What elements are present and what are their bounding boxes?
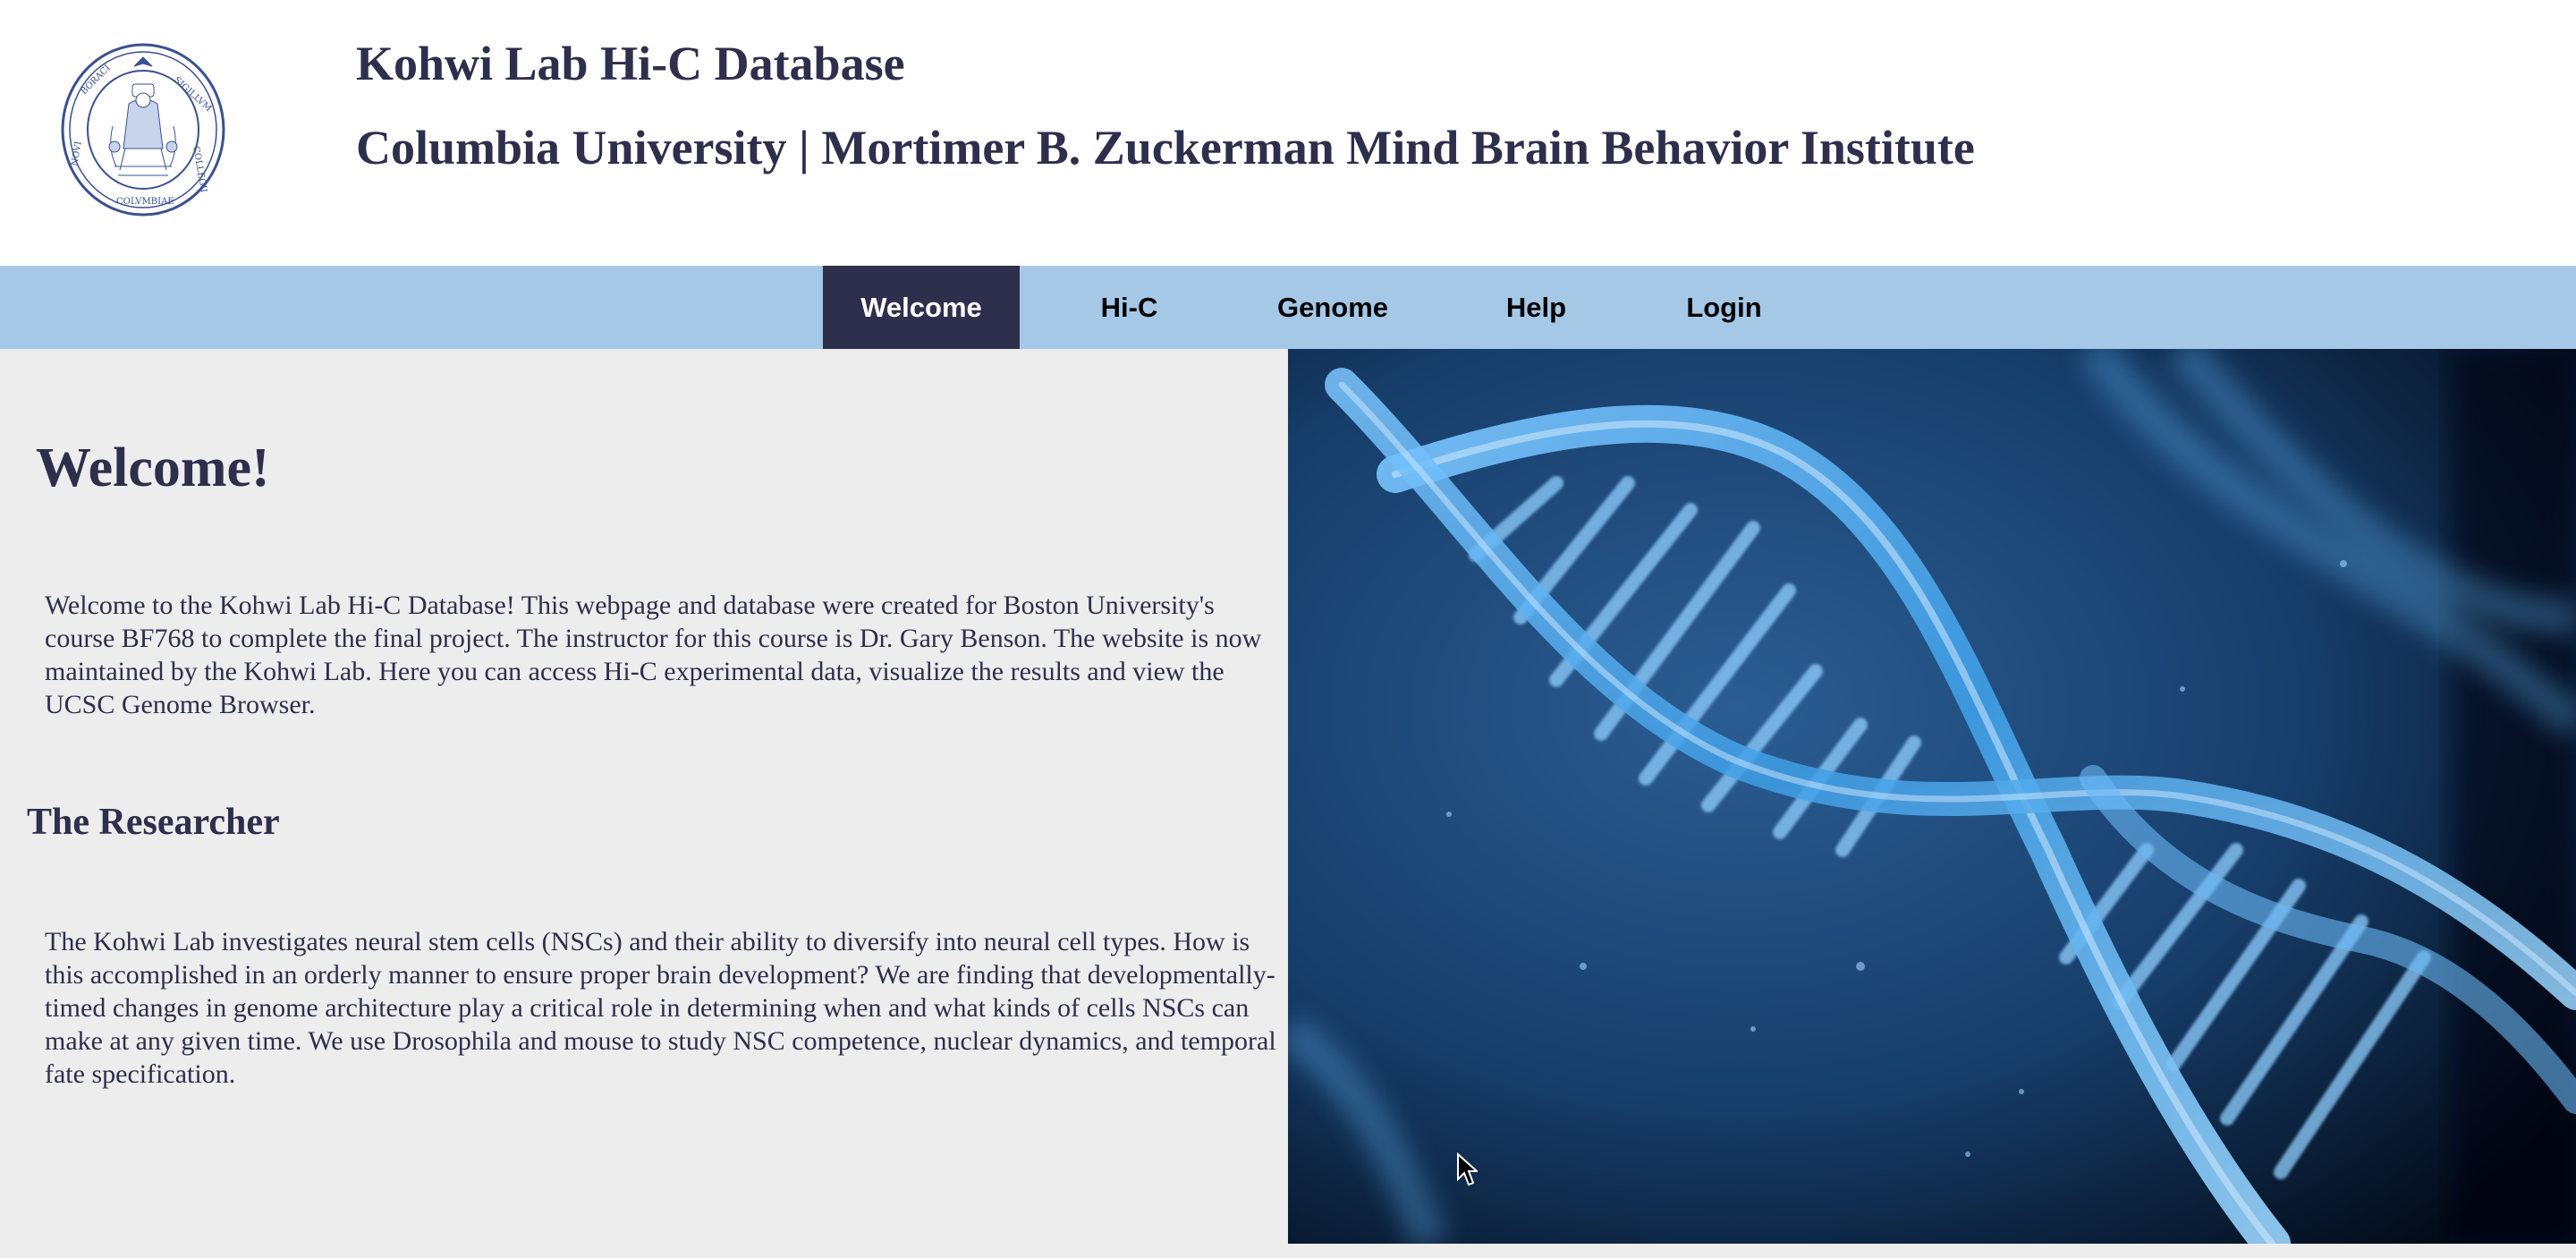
columbia-seal-logo: BORACI SIGILLVM COLLEGII COLVMBIAE NOVI [61, 43, 225, 217]
dna-helix-icon [1288, 349, 2576, 1244]
researcher-paragraph: The Kohwi Lab investigates neural stem c… [45, 927, 1276, 1089]
nav-genome[interactable]: Genome [1252, 266, 1413, 349]
site-subtitle: Columbia University | Mortimer B. Zucker… [356, 121, 1975, 174]
dna-helix-image [1288, 349, 2576, 1244]
nav-welcome[interactable]: Welcome [823, 266, 1020, 349]
mouse-cursor-icon [1457, 1152, 1478, 1186]
site-header: BORACI SIGILLVM COLLEGII COLVMBIAE NOVI … [0, 0, 2576, 266]
site-title: Kohwi Lab Hi-C Database [356, 37, 905, 90]
welcome-content: Welcome! Welcome to the Kohwi Lab Hi-C D… [0, 349, 1288, 1258]
main-nav: Welcome Hi-C Genome Help Login [0, 266, 2576, 349]
nav-hi-c[interactable]: Hi-C [1073, 266, 1185, 349]
welcome-heading: Welcome! [36, 438, 270, 498]
svg-text:COLVMBIAE: COLVMBIAE [116, 197, 174, 207]
welcome-paragraph: Welcome to the Kohwi Lab Hi-C Database! … [45, 591, 1262, 719]
nav-login[interactable]: Login [1668, 266, 1780, 349]
researcher-heading: The Researcher [27, 802, 280, 843]
nav-help[interactable]: Help [1485, 266, 1588, 349]
